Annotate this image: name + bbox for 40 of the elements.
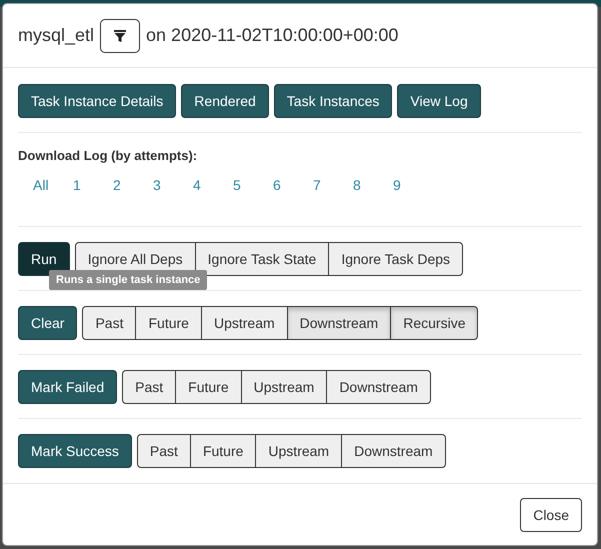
- attempt-link[interactable]: 2: [113, 177, 153, 193]
- attempt-link[interactable]: All: [33, 177, 73, 193]
- close-button[interactable]: Close: [520, 498, 582, 532]
- option-toggle[interactable]: Upstream: [240, 370, 328, 404]
- option-toggle[interactable]: Downstream: [341, 434, 446, 468]
- action-button[interactable]: Mark Failed: [18, 370, 118, 404]
- option-toggle[interactable]: Ignore Task State: [194, 242, 330, 276]
- link-button[interactable]: View Log: [397, 84, 481, 118]
- option-toggle[interactable]: Downstream: [286, 306, 392, 340]
- action-button[interactable]: Mark Success: [18, 434, 132, 468]
- attempt-link[interactable]: 7: [313, 177, 353, 193]
- option-toggle[interactable]: Past: [136, 434, 191, 468]
- option-toggle[interactable]: Past: [82, 306, 136, 340]
- option-toggle[interactable]: Recursive: [390, 306, 478, 340]
- download-log-label: Download Log (by attempts):: [18, 148, 198, 163]
- option-toggle[interactable]: Downstream: [326, 370, 431, 404]
- filter-icon: [114, 28, 126, 42]
- attempt-link[interactable]: 4: [193, 177, 233, 193]
- link-button[interactable]: Task Instances: [274, 84, 392, 118]
- option-toggle[interactable]: Upstream: [200, 306, 288, 340]
- execution-date: on 2020-11-02T10:00:00+00:00: [146, 25, 398, 46]
- option-toggle[interactable]: Past: [122, 370, 176, 404]
- attempt-link[interactable]: 8: [353, 177, 393, 193]
- option-toggle[interactable]: Upstream: [255, 434, 342, 468]
- option-toggle[interactable]: Ignore Task Deps: [328, 242, 464, 276]
- option-toggle[interactable]: Future: [190, 434, 256, 468]
- tooltip: Runs a single task instance: [49, 270, 208, 290]
- link-button[interactable]: Rendered: [181, 84, 269, 118]
- option-toggle[interactable]: Future: [135, 306, 202, 340]
- attempt-link[interactable]: 5: [233, 177, 273, 193]
- attempt-link[interactable]: 9: [393, 177, 433, 193]
- attempt-link[interactable]: 3: [153, 177, 193, 193]
- filter-button[interactable]: [100, 18, 140, 52]
- option-toggle[interactable]: Future: [175, 370, 242, 404]
- action-button[interactable]: Clear: [18, 306, 78, 340]
- action-button[interactable]: Run: [18, 242, 70, 276]
- attempt-link[interactable]: 6: [273, 177, 313, 193]
- link-button[interactable]: Task Instance Details: [18, 84, 176, 118]
- dag-name: mysql_etl: [18, 25, 94, 46]
- attempt-link[interactable]: 1: [73, 177, 113, 193]
